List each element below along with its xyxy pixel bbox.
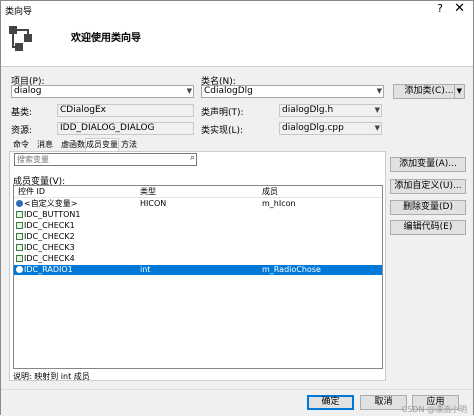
add-class-label: 添加类(C)... xyxy=(404,86,454,96)
class-impl-combo[interactable]: dialogDlg.cpp ▼ xyxy=(279,122,382,135)
list-item[interactable]: IDC_CHECK4 xyxy=(14,254,382,264)
tab-methods[interactable]: 方法 xyxy=(119,139,139,151)
row-type: HICON xyxy=(140,199,167,208)
list-item[interactable]: IDC_BUTTON1 xyxy=(14,210,382,220)
add-variable-button[interactable]: 添加变量(A)... xyxy=(390,157,466,172)
control-icon xyxy=(16,233,23,240)
resource-value: IDD_DIALOG_DIALOG xyxy=(60,123,155,133)
column-header-type[interactable]: 类型 xyxy=(140,186,156,197)
row-type: int xyxy=(140,265,151,274)
chevron-down-icon: ▼ xyxy=(374,106,380,114)
delete-variable-button[interactable]: 删除变量(D) xyxy=(390,200,466,215)
class-impl-label: 类实现(L): xyxy=(201,126,244,136)
description-text: 说明: 映射到 int 成员 xyxy=(13,372,90,381)
tab-virtual-functions[interactable]: 虚函数 xyxy=(59,139,87,151)
variable-icon xyxy=(16,200,23,207)
row-control-id: IDC_BUTTON1 xyxy=(24,210,81,219)
control-icon xyxy=(16,255,23,262)
class-name-value: CdialogDlg xyxy=(204,86,253,96)
title-bar: 类向导 ? ✕ xyxy=(1,1,473,18)
column-header-control-id[interactable]: 控件 ID xyxy=(18,186,45,197)
list-item[interactable]: <自定义变量> HICON m_hIcon xyxy=(14,199,382,209)
chevron-down-icon[interactable]: ▼ xyxy=(453,85,462,98)
list-item-selected[interactable]: IDC_RADIO1 int m_RadioChose xyxy=(14,265,382,275)
class-impl-value: dialogDlg.cpp xyxy=(282,123,344,133)
list-item[interactable]: IDC_CHECK3 xyxy=(14,243,382,253)
row-control-id: IDC_RADIO1 xyxy=(24,265,73,274)
cancel-button[interactable]: 取消 xyxy=(360,395,407,410)
class-diagram-icon xyxy=(9,26,32,51)
chevron-down-icon: ▼ xyxy=(376,87,382,95)
ok-button[interactable]: 确定 xyxy=(307,395,354,410)
chevron-down-icon: ▼ xyxy=(374,124,380,132)
row-control-id: IDC_CHECK2 xyxy=(24,232,75,241)
search-icon[interactable]: ⌕ xyxy=(190,153,195,164)
base-class-value: CDialogEx xyxy=(60,105,106,115)
help-button[interactable]: ? xyxy=(437,2,443,15)
list-item[interactable]: IDC_CHECK2 xyxy=(14,232,382,242)
close-button[interactable]: ✕ xyxy=(454,1,465,16)
class-decl-label: 类声明(T): xyxy=(201,108,244,118)
row-control-id: IDC_CHECK3 xyxy=(24,243,75,252)
watermark-text: CSDN @漂流小明 xyxy=(401,405,467,414)
project-value: dialog xyxy=(14,86,42,96)
search-placeholder: 搜索变量 xyxy=(17,155,49,164)
add-custom-button[interactable]: 添加自定义(U)... xyxy=(390,179,466,194)
resource-field: IDD_DIALOG_DIALOG xyxy=(57,122,194,135)
wizard-header: 欢迎使用类向导 xyxy=(1,18,473,67)
base-label: 基类: xyxy=(11,108,33,118)
add-class-button[interactable]: 添加类(C)... ▼ xyxy=(393,84,465,99)
class-decl-combo[interactable]: dialogDlg.h ▼ xyxy=(279,104,382,117)
edit-code-button[interactable]: 编辑代码(E) xyxy=(390,220,466,235)
tab-messages[interactable]: 消息 xyxy=(35,139,55,151)
window-title: 类向导 xyxy=(5,7,33,17)
row-control-id: <自定义变量> xyxy=(24,199,78,208)
resource-label: 资源: xyxy=(11,126,33,136)
row-control-id: IDC_CHECK4 xyxy=(24,254,75,263)
project-combo[interactable]: dialog ▼ xyxy=(11,85,194,98)
row-member: m_RadioChose xyxy=(262,265,321,274)
tab-member-variables[interactable]: 成员变量 xyxy=(85,138,119,151)
chevron-down-icon: ▼ xyxy=(186,87,192,95)
class-decl-value: dialogDlg.h xyxy=(282,105,334,115)
search-input[interactable]: 搜索变量 ⌕ xyxy=(14,153,197,166)
control-icon xyxy=(16,211,23,218)
class-wizard-window: 类向导 ? ✕ 欢迎使用类向导 项目(P): dialog ▼ 类名(N): C… xyxy=(0,0,474,416)
list-item[interactable]: IDC_CHECK1 xyxy=(14,221,382,231)
base-class-field: CDialogEx xyxy=(57,104,194,117)
list-header: 控件 ID 类型 成员 xyxy=(14,186,382,198)
row-control-id: IDC_CHECK1 xyxy=(24,221,75,230)
class-name-combo[interactable]: CdialogDlg ▼ xyxy=(201,85,384,98)
control-icon xyxy=(16,222,23,229)
row-member: m_hIcon xyxy=(262,199,296,208)
wizard-title: 欢迎使用类向导 xyxy=(71,33,141,44)
column-header-member[interactable]: 成员 xyxy=(262,186,278,197)
variable-icon xyxy=(16,266,23,273)
control-icon xyxy=(16,244,23,251)
member-variables-list[interactable]: 控件 ID 类型 成员 <自定义变量> HICON m_hIcon IDC_BU… xyxy=(13,185,383,369)
tab-commands[interactable]: 命令 xyxy=(11,139,31,151)
